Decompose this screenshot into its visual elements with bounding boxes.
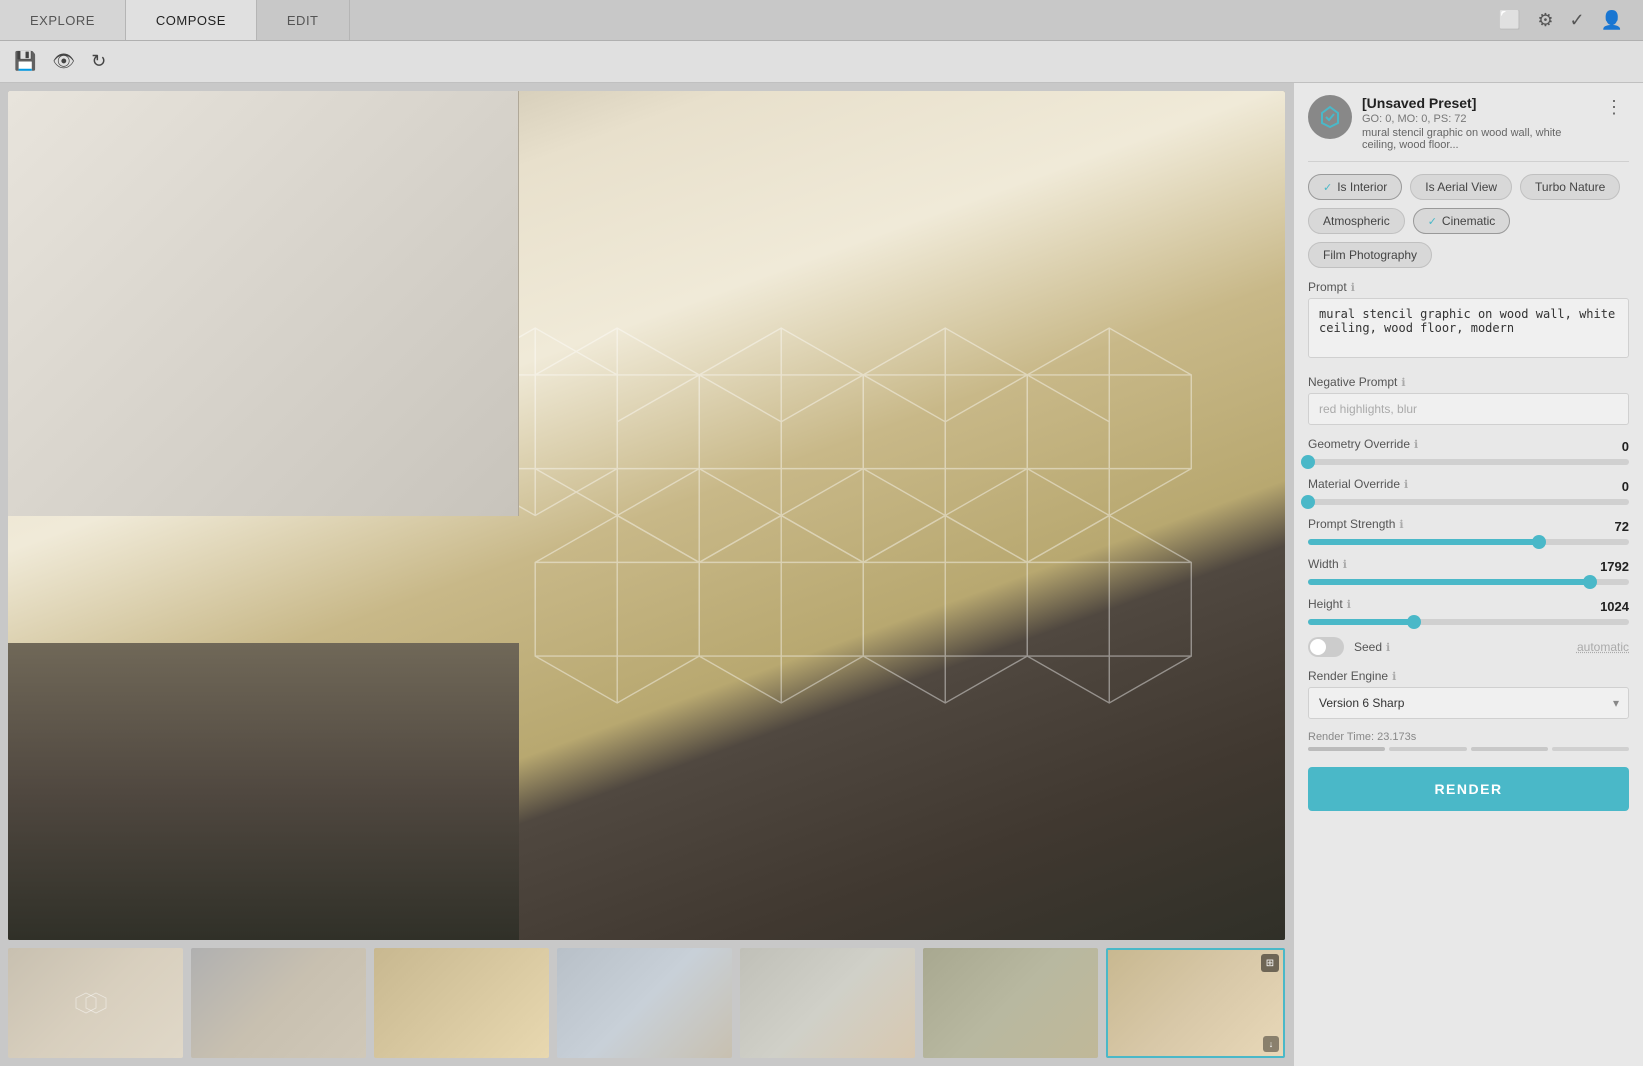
folder-icon[interactable]: ⬜	[1499, 10, 1521, 31]
style-tag-atmospheric[interactable]: Atmospheric	[1308, 208, 1405, 234]
render-bar-4	[1552, 747, 1629, 751]
render-bar-3	[1471, 747, 1548, 751]
geometry-override-label: Geometry Override ℹ	[1308, 437, 1418, 451]
geo-info-icon[interactable]: ℹ	[1414, 438, 1418, 451]
render-engine-select[interactable]: Version 6 Sharp Version 6 Version 5	[1308, 687, 1629, 719]
prompt-strength-slider: Prompt Strength ℹ 72	[1308, 517, 1629, 545]
main-canvas-image	[8, 91, 1285, 940]
seed-info-icon[interactable]: ℹ	[1386, 641, 1390, 654]
material-override-label: Material Override ℹ	[1308, 477, 1408, 491]
render-engine-label: Render Engine ℹ	[1308, 669, 1629, 683]
width-track[interactable]	[1308, 579, 1629, 585]
toolbar: 💾 👁 ↻	[0, 41, 1643, 83]
preset-name: [Unsaved Preset]	[1362, 95, 1589, 111]
prompt-strength-header: Prompt Strength ℹ 72	[1308, 517, 1629, 535]
seed-value: automatic	[1577, 640, 1629, 654]
refresh-icon[interactable]: ↻	[91, 51, 106, 72]
gear-icon[interactable]: ⚙	[1537, 10, 1553, 31]
width-header: Width ℹ 1792	[1308, 557, 1629, 575]
width-info-icon[interactable]: ℹ	[1343, 558, 1347, 571]
width-slider: Width ℹ 1792	[1308, 557, 1629, 585]
geometry-override-header: Geometry Override ℹ 0	[1308, 437, 1629, 455]
main-layout: ⊞ ↓ [Unsaved Preset] GO: 0, MO: 0, PS: 7…	[0, 83, 1643, 1066]
prompt-input[interactable]: mural stencil graphic on wood wall, whit…	[1308, 298, 1629, 358]
render-bars	[1308, 747, 1629, 751]
preset-desc: mural stencil graphic on wood wall, whit…	[1362, 127, 1589, 151]
thumbnail-6[interactable]	[923, 948, 1098, 1058]
prompt-strength-track[interactable]	[1308, 539, 1629, 545]
material-override-slider: Material Override ℹ 0	[1308, 477, 1629, 505]
negative-prompt-input[interactable]	[1308, 393, 1629, 425]
geometry-override-value: 0	[1622, 439, 1629, 454]
seed-label: Seed ℹ	[1354, 640, 1390, 654]
right-panel: [Unsaved Preset] GO: 0, MO: 0, PS: 72 mu…	[1293, 83, 1643, 1066]
preview-icon[interactable]: 👁	[52, 51, 75, 72]
style-tag-is-aerial-view[interactable]: Is Aerial View	[1410, 174, 1512, 200]
render-time-section: Render Time: 23.173s	[1308, 731, 1629, 751]
seed-toggle[interactable]	[1308, 637, 1344, 657]
thumbnail-icon: ⊞	[1261, 954, 1279, 972]
height-label: Height ℹ	[1308, 597, 1351, 611]
width-label: Width ℹ	[1308, 557, 1347, 571]
height-track[interactable]	[1308, 619, 1629, 625]
negative-prompt-section: Negative Prompt ℹ	[1308, 375, 1629, 425]
height-value: 1024	[1600, 599, 1629, 614]
canvas-area: ⊞ ↓	[0, 83, 1293, 1066]
render-engine-select-wrapper: Version 6 Sharp Version 6 Version 5	[1308, 687, 1629, 719]
thumbnail-7[interactable]: ⊞ ↓	[1106, 948, 1285, 1058]
render-time-label: Render Time: 23.173s	[1308, 731, 1629, 743]
preset-avatar	[1308, 95, 1352, 139]
render-engine-section: Render Engine ℹ Version 6 Sharp Version …	[1308, 669, 1629, 719]
style-tag-film-photography[interactable]: Film Photography	[1308, 242, 1432, 268]
thumbnail-4[interactable]	[557, 948, 732, 1058]
user-icon[interactable]: 👤	[1601, 10, 1623, 31]
thumbnail-5[interactable]	[740, 948, 915, 1058]
material-override-track[interactable]	[1308, 499, 1629, 505]
render-bar-1	[1308, 747, 1385, 751]
toggle-knob	[1310, 639, 1326, 655]
check-icon-2: ✓	[1428, 215, 1437, 228]
geometry-override-slider: Geometry Override ℹ 0	[1308, 437, 1629, 465]
prompt-info-icon[interactable]: ℹ	[1351, 281, 1355, 294]
preset-menu-button[interactable]: ⋮	[1599, 95, 1629, 120]
width-value: 1792	[1600, 559, 1629, 574]
save-icon[interactable]: 💾	[14, 51, 36, 72]
negative-prompt-label: Negative Prompt ℹ	[1308, 375, 1629, 389]
check-icon: ✓	[1323, 181, 1332, 194]
nav-right-icons: ⬜ ⚙ ✓ 👤	[1479, 0, 1643, 40]
style-tag-turbo-nature[interactable]: Turbo Nature	[1520, 174, 1620, 200]
check-icon[interactable]: ✓	[1569, 10, 1584, 31]
ps-info-icon[interactable]: ℹ	[1399, 518, 1403, 531]
style-tag-is-interior[interactable]: ✓ Is Interior	[1308, 174, 1402, 200]
mat-info-icon[interactable]: ℹ	[1404, 478, 1408, 491]
tab-explore[interactable]: EXPLORE	[0, 0, 126, 40]
top-navigation: EXPLORE COMPOSE EDIT ⬜ ⚙ ✓ 👤	[0, 0, 1643, 41]
render-button[interactable]: RENDER	[1308, 767, 1629, 811]
preset-meta: GO: 0, MO: 0, PS: 72	[1362, 113, 1589, 125]
height-slider: Height ℹ 1024	[1308, 597, 1629, 625]
thumbnail-2[interactable]	[191, 948, 366, 1058]
thumbnail-3[interactable]	[374, 948, 549, 1058]
tab-compose[interactable]: COMPOSE	[126, 0, 257, 40]
prompt-section: Prompt ℹ mural stencil graphic on wood w…	[1308, 280, 1629, 363]
prompt-label: Prompt ℹ	[1308, 280, 1629, 294]
material-override-header: Material Override ℹ 0	[1308, 477, 1629, 495]
height-info-icon[interactable]: ℹ	[1347, 598, 1351, 611]
tab-edit[interactable]: EDIT	[257, 0, 350, 40]
seed-row: Seed ℹ automatic	[1308, 637, 1629, 657]
render-bar-2	[1389, 747, 1466, 751]
thumbnail-1[interactable]	[8, 948, 183, 1058]
render-engine-info-icon[interactable]: ℹ	[1392, 670, 1396, 683]
negative-prompt-info-icon[interactable]: ℹ	[1401, 376, 1405, 389]
style-tags-container: ✓ Is Interior Is Aerial View Turbo Natur…	[1308, 174, 1629, 268]
style-tag-cinematic[interactable]: ✓ Cinematic	[1413, 208, 1511, 234]
thumbnail-strip: ⊞ ↓	[8, 948, 1285, 1058]
geometry-override-track[interactable]	[1308, 459, 1629, 465]
preset-info: [Unsaved Preset] GO: 0, MO: 0, PS: 72 mu…	[1362, 95, 1589, 151]
prompt-strength-label: Prompt Strength ℹ	[1308, 517, 1404, 531]
material-override-value: 0	[1622, 479, 1629, 494]
prompt-strength-value: 72	[1615, 519, 1629, 534]
preset-header: [Unsaved Preset] GO: 0, MO: 0, PS: 72 mu…	[1308, 95, 1629, 162]
height-header: Height ℹ 1024	[1308, 597, 1629, 615]
